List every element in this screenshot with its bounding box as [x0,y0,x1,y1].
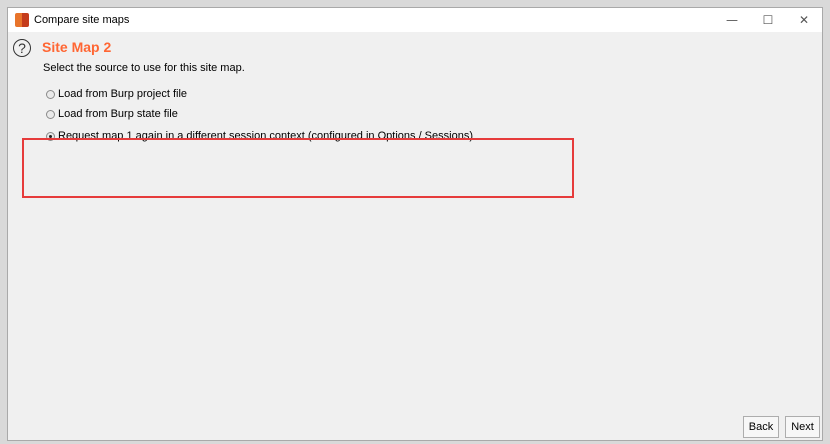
title-bar: Compare site maps — ☐ ✕ [8,8,822,32]
option-request-map-again[interactable]: Request map 1 again in a different sessi… [46,130,473,142]
maximize-button[interactable]: ☐ [750,8,786,32]
radio-button[interactable] [46,109,55,119]
next-button[interactable]: Next [785,416,820,438]
radio-button[interactable] [46,89,55,99]
option-burp-project-file[interactable]: Load from Burp project file [46,88,187,100]
compare-site-maps-window: Compare site maps — ☐ ✕ ? Site Map 2 Sel… [7,7,823,441]
minimize-button[interactable]: — [714,8,750,32]
back-button[interactable]: Back [743,416,779,438]
option-label: Load from Burp project file [58,88,188,100]
option-label: Load from Burp state file [58,108,178,120]
help-icon[interactable]: ? [13,39,31,57]
window-controls: — ☐ ✕ [714,8,822,32]
page-title: Site Map 2 [42,39,112,55]
option-burp-state-file[interactable]: Load from Burp state file [46,108,178,120]
close-button[interactable]: ✕ [786,8,822,32]
highlight-annotation-box [22,138,574,198]
radio-button-selected[interactable] [46,131,55,141]
instruction-text: Select the source to use for this site m… [43,62,245,74]
option-label: Request map 1 again in a different sessi… [58,130,473,142]
window-title: Compare site maps [34,14,130,26]
burp-app-icon [15,13,29,27]
